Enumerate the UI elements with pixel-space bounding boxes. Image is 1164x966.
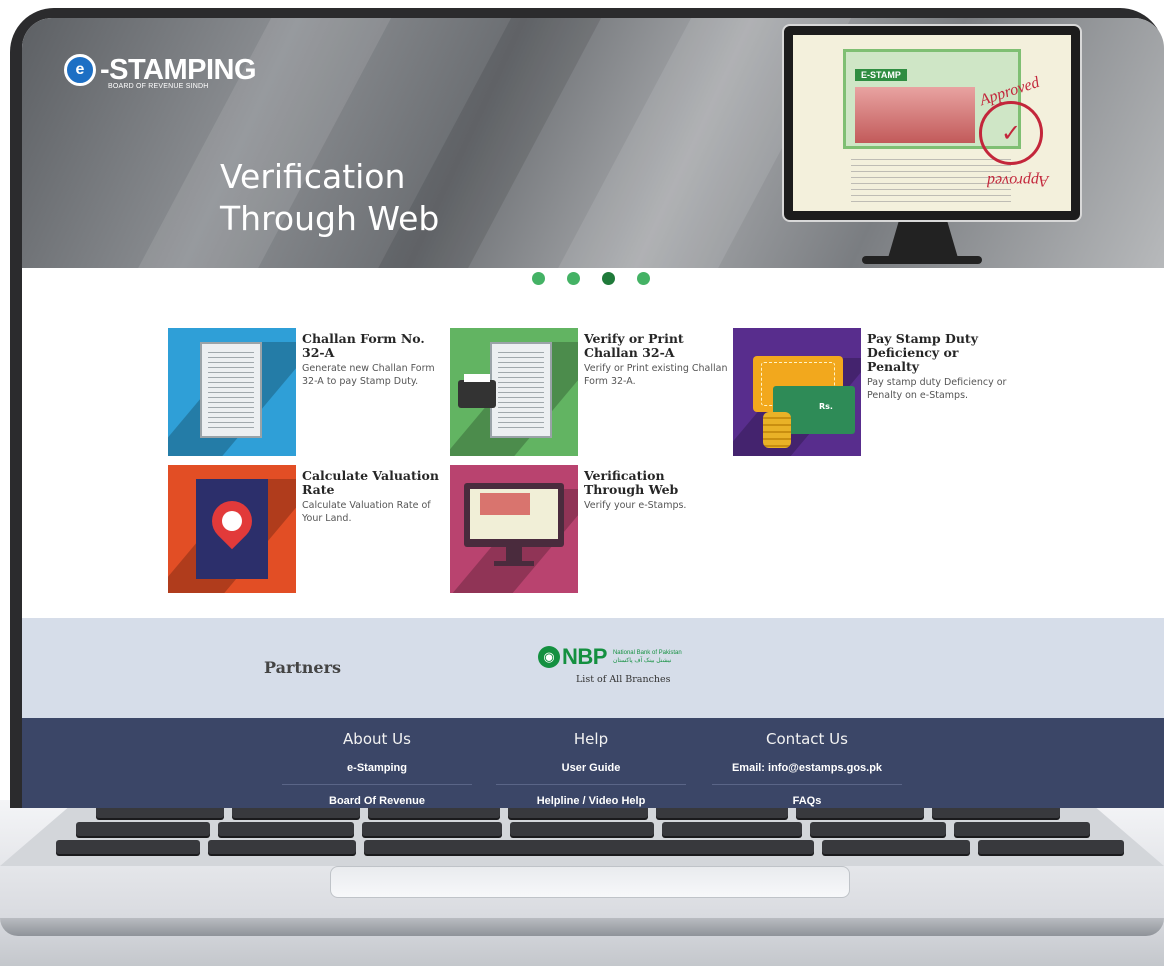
wallet-icon: Rs.: [733, 328, 861, 456]
service-description: Calculate Valuation Rate of Your Land.: [302, 500, 431, 524]
key: [810, 822, 946, 836]
site-logo[interactable]: e -STAMPING: [64, 54, 257, 86]
key: [56, 840, 200, 854]
monitor-base: [862, 256, 982, 264]
footer-link-helpline[interactable]: Helpline / Video Help: [496, 795, 686, 807]
trackpad: [330, 866, 850, 898]
carousel-dot[interactable]: [637, 272, 650, 285]
printer-body: [458, 380, 496, 408]
site-footer: About Us e-Stamping Board Of Revenue Hel…: [22, 718, 1164, 808]
footer-link-user-guide[interactable]: User Guide: [496, 762, 686, 785]
hero-title: Verification Through Web: [220, 156, 480, 240]
key: [822, 840, 970, 854]
laptop-mockup: e -STAMPING BOARD OF REVENUE SINDH Verif…: [0, 0, 1164, 966]
form-paper: [490, 342, 552, 438]
carousel-indicators: [532, 272, 650, 285]
footer-help-column: Help User Guide Helpline / Video Help: [496, 730, 686, 807]
footer-heading: About Us: [343, 730, 411, 748]
service-description: Verify your e-Stamps.: [584, 500, 687, 511]
monitor-stand: [494, 561, 534, 566]
service-title[interactable]: Verify or Print Challan 32-A: [584, 332, 728, 360]
key: [954, 822, 1090, 836]
service-text: Calculate Valuation Rate Calculate Valua…: [296, 465, 446, 593]
partners-section: Partners ◉ NBP National Bank of Pakistan…: [22, 618, 1164, 718]
paper-lines: [498, 352, 544, 428]
hero-title-line1: Verification: [220, 157, 406, 196]
nbp-logo-text: NBP: [562, 644, 607, 669]
service-challan-form[interactable]: Challan Form No. 32-A Generate new Chall…: [168, 328, 446, 456]
footer-link-estamping[interactable]: e-Stamping: [282, 762, 472, 785]
estamp-document: E-STAMP ✓ Approved Approved: [793, 35, 1071, 211]
partners-heading: Partners: [264, 658, 342, 677]
service-text: Pay Stamp Duty Deficiency or Penalty Pay…: [861, 328, 1011, 456]
key: [662, 822, 802, 836]
list-branches-link[interactable]: List of All Branches: [576, 674, 671, 685]
service-pay-deficiency[interactable]: Rs. Pay Stamp Duty Deficiency or Penalty…: [733, 328, 1011, 456]
service-title[interactable]: Calculate Valuation Rate: [302, 469, 446, 497]
pin-center: [222, 511, 242, 531]
service-description: Pay stamp duty Deficiency or Penalty on …: [867, 377, 1007, 401]
monitor-neck: [506, 547, 522, 561]
banknote-label: Rs.: [819, 402, 833, 411]
printer-paper: [464, 374, 490, 382]
key: [218, 822, 354, 836]
service-description: Generate new Challan Form 32-A to pay St…: [302, 363, 435, 387]
footer-link-faqs[interactable]: FAQs: [712, 795, 902, 807]
footer-heading: Contact Us: [766, 730, 848, 748]
service-text: Challan Form No. 32-A Generate new Chall…: [296, 328, 446, 456]
hero-monitor-illustration: E-STAMP ✓ Approved Approved: [782, 24, 1082, 222]
form-paper: [200, 342, 262, 438]
footer-contact-column: Contact Us Email: info@estamps.gos.pk FA…: [712, 730, 902, 807]
printer-icon: [450, 328, 578, 456]
nbp-emblem-icon: ◉: [538, 646, 560, 668]
logo-e-icon: e: [64, 54, 96, 86]
carousel-dot[interactable]: [532, 272, 545, 285]
carousel-dot[interactable]: [567, 272, 580, 285]
monitor-stand: [888, 222, 958, 258]
service-verify-print-challan[interactable]: Verify or Print Challan 32-A Verify or P…: [450, 328, 728, 456]
footer-heading: Help: [573, 730, 609, 748]
nbp-name-ur: نیشنل بینک آف پاکستان: [612, 658, 672, 664]
footer-link-email[interactable]: Email: info@estamps.gos.pk: [712, 762, 902, 785]
location-pin-icon: [168, 465, 296, 593]
service-calculate-valuation[interactable]: Calculate Valuation Rate Calculate Valua…: [168, 465, 446, 593]
paper-lines: [208, 352, 254, 428]
keyboard-row: [56, 840, 1124, 854]
key: [978, 840, 1124, 854]
challan-form-icon: [168, 328, 296, 456]
space-key: [364, 840, 814, 854]
key: [362, 822, 502, 836]
estamp-label: E-STAMP: [855, 69, 907, 81]
screen-stamp-picture: [480, 493, 530, 515]
monitor-icon: [450, 465, 578, 593]
estamp-picture: [855, 87, 975, 143]
nbp-name-en: National Bank of Pakistan: [612, 650, 682, 656]
service-description: Verify or Print existing Challan Form 32…: [584, 363, 728, 387]
key: [208, 840, 356, 854]
hero-banner: e -STAMPING BOARD OF REVENUE SINDH Verif…: [22, 18, 1164, 268]
service-text: Verify or Print Challan 32-A Verify or P…: [578, 328, 728, 456]
service-title[interactable]: Pay Stamp Duty Deficiency or Penalty: [867, 332, 1011, 374]
coin-stack: [763, 412, 791, 448]
approved-stamp-text: Approved: [987, 172, 1049, 189]
approved-stamp-icon: ✓: [979, 101, 1043, 165]
service-verification-web[interactable]: Verification Through Web Verify your e-S…: [450, 465, 728, 593]
service-title[interactable]: Verification Through Web: [584, 469, 728, 497]
hero-title-line2: Through Web: [220, 199, 440, 238]
laptop-front-edge: [0, 918, 1164, 936]
footer-about-column: About Us e-Stamping Board Of Revenue: [282, 730, 472, 807]
carousel-dot-active[interactable]: [602, 272, 615, 285]
nbp-full-name: National Bank of Pakistan نیشنل بینک آف …: [613, 649, 682, 665]
keyboard-row: [76, 822, 1090, 836]
key: [510, 822, 654, 836]
service-title[interactable]: Challan Form No. 32-A: [302, 332, 446, 360]
logo-text: -STAMPING: [100, 54, 257, 86]
key: [76, 822, 210, 836]
service-text: Verification Through Web Verify your e-S…: [578, 465, 728, 593]
nbp-logo[interactable]: ◉ NBP National Bank of Pakistan نیشنل بی…: [538, 644, 682, 670]
footer-link-board[interactable]: Board Of Revenue: [282, 795, 472, 807]
logo-subtitle: BOARD OF REVENUE SINDH: [108, 83, 209, 90]
browser-viewport: e -STAMPING BOARD OF REVENUE SINDH Verif…: [22, 18, 1164, 808]
